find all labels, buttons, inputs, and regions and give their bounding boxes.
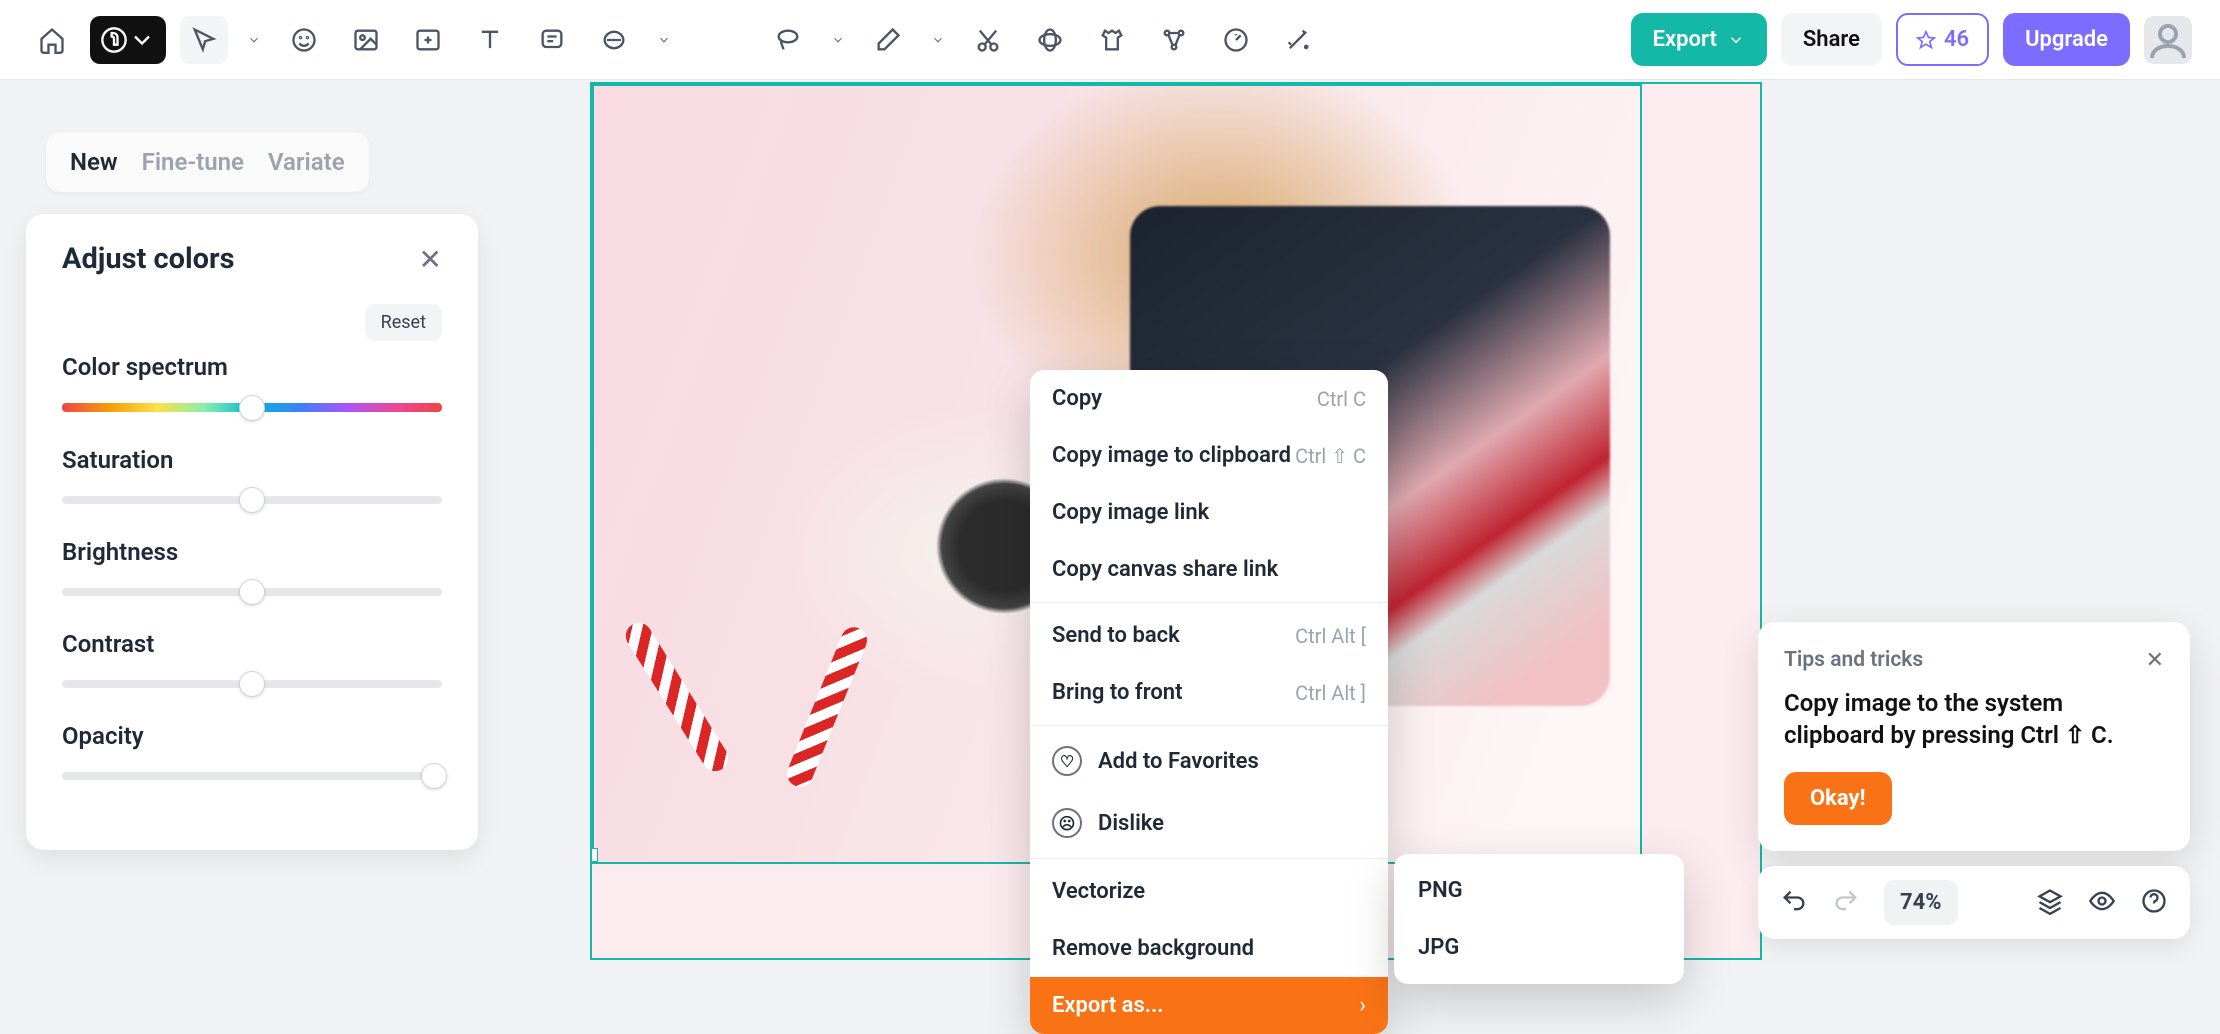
contrast-slider[interactable] bbox=[62, 680, 442, 688]
saturation-label: Saturation bbox=[62, 446, 442, 474]
ctx-bring-front[interactable]: Bring to frontCtrl Alt ] bbox=[1030, 664, 1388, 721]
upgrade-button[interactable]: Upgrade bbox=[2003, 13, 2130, 66]
mode-tabs: New Fine-tune Variate bbox=[46, 132, 369, 192]
spectrum-slider[interactable] bbox=[62, 403, 442, 412]
spectrum-label: Color spectrum bbox=[62, 353, 442, 381]
add-image-icon[interactable] bbox=[404, 16, 452, 64]
visibility-icon[interactable] bbox=[2088, 887, 2116, 919]
ctx-export-as[interactable]: Export as...› bbox=[1030, 977, 1388, 1034]
export-png[interactable]: PNG bbox=[1394, 862, 1684, 919]
ctx-copy-clipboard[interactable]: Copy image to clipboardCtrl ⇧ C bbox=[1030, 427, 1388, 484]
chevron-right-icon: › bbox=[1359, 993, 1366, 1018]
resize-handle[interactable] bbox=[590, 848, 598, 862]
tab-finetune[interactable]: Fine-tune bbox=[142, 148, 244, 176]
heart-icon: ♡ bbox=[1052, 746, 1082, 776]
tips-okay-button[interactable]: Okay! bbox=[1784, 772, 1892, 825]
sad-icon: ☹ bbox=[1052, 808, 1082, 838]
cursor-drop[interactable] bbox=[242, 16, 266, 64]
cursor-tool[interactable] bbox=[180, 16, 228, 64]
brightness-slider[interactable] bbox=[62, 588, 442, 596]
magic-icon[interactable] bbox=[1274, 16, 1322, 64]
eraser-drop[interactable] bbox=[926, 16, 950, 64]
image-icon[interactable] bbox=[342, 16, 390, 64]
tips-title: Tips and tricks bbox=[1784, 648, 1923, 673]
mesh-icon[interactable] bbox=[1026, 16, 1074, 64]
tips-card: Tips and tricks ✕ Copy image to the syst… bbox=[1758, 622, 2190, 851]
adjust-colors-panel: Adjust colors ✕ Reset Color spectrum Sat… bbox=[26, 214, 478, 850]
zoom-level[interactable]: 74% bbox=[1884, 880, 1958, 925]
redo-icon[interactable] bbox=[1832, 887, 1860, 919]
lasso-icon[interactable] bbox=[764, 16, 812, 64]
cut-icon[interactable] bbox=[964, 16, 1012, 64]
ctx-copy-link[interactable]: Copy image link bbox=[1030, 484, 1388, 541]
ctx-copy[interactable]: CopyCtrl C bbox=[1030, 370, 1388, 427]
bottom-bar: 74% bbox=[1758, 866, 2190, 939]
tab-new[interactable]: New bbox=[70, 148, 118, 176]
eraser-icon[interactable] bbox=[864, 16, 912, 64]
shapes-drop[interactable] bbox=[652, 16, 676, 64]
credits-badge[interactable]: 46 bbox=[1896, 13, 1989, 66]
share-button[interactable]: Share bbox=[1781, 13, 1882, 66]
export-button[interactable]: Export bbox=[1631, 13, 1767, 66]
help-icon[interactable] bbox=[2140, 887, 2168, 919]
opacity-slider[interactable] bbox=[62, 772, 442, 780]
tips-close-icon[interactable]: ✕ bbox=[2146, 648, 2164, 673]
export-submenu: PNG JPG bbox=[1394, 854, 1684, 984]
layers-icon[interactable] bbox=[2036, 887, 2064, 919]
close-icon[interactable]: ✕ bbox=[419, 243, 442, 276]
speed-icon[interactable] bbox=[1212, 16, 1260, 64]
lasso-drop[interactable] bbox=[826, 16, 850, 64]
contrast-label: Contrast bbox=[62, 630, 442, 658]
opacity-label: Opacity bbox=[62, 722, 442, 750]
ctx-send-back[interactable]: Send to backCtrl Alt [ bbox=[1030, 607, 1388, 664]
ctx-copy-canvas-link[interactable]: Copy canvas share link bbox=[1030, 541, 1388, 598]
shapes-icon[interactable] bbox=[590, 16, 638, 64]
export-jpg[interactable]: JPG bbox=[1394, 919, 1684, 976]
face-icon[interactable] bbox=[280, 16, 328, 64]
note-icon[interactable] bbox=[528, 16, 576, 64]
ctx-vectorize[interactable]: Vectorize bbox=[1030, 863, 1388, 920]
saturation-slider[interactable] bbox=[62, 496, 442, 504]
context-menu: CopyCtrl C Copy image to clipboardCtrl ⇧… bbox=[1030, 370, 1388, 1034]
ctx-remove-bg[interactable]: Remove background bbox=[1030, 920, 1388, 977]
tips-body: Copy image to the system clipboard by pr… bbox=[1784, 687, 2164, 752]
brightness-label: Brightness bbox=[62, 538, 442, 566]
panel-title: Adjust colors bbox=[62, 242, 235, 276]
undo-icon[interactable] bbox=[1780, 887, 1808, 919]
shirt-icon[interactable] bbox=[1088, 16, 1136, 64]
ctx-dislike[interactable]: ☹Dislike bbox=[1030, 792, 1388, 854]
avatar[interactable] bbox=[2144, 16, 2192, 64]
tab-variate[interactable]: Variate bbox=[268, 148, 345, 176]
reset-button[interactable]: Reset bbox=[365, 304, 442, 341]
text-tool-icon[interactable] bbox=[466, 16, 514, 64]
top-toolbar: Export Share 46 Upgrade bbox=[0, 0, 2220, 80]
home-icon[interactable] bbox=[28, 16, 76, 64]
edit-shape-icon[interactable] bbox=[1150, 16, 1198, 64]
ctx-favorite[interactable]: ♡Add to Favorites bbox=[1030, 730, 1388, 792]
logo-button[interactable] bbox=[90, 16, 166, 64]
